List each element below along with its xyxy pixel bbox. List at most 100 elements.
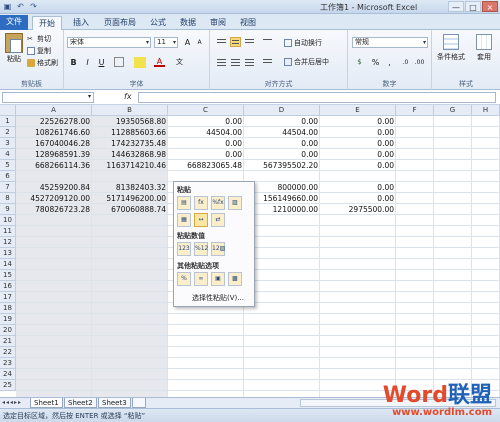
tab-review[interactable]: 审阅 xyxy=(204,16,232,30)
picture-icon[interactable]: ▣ xyxy=(211,272,225,286)
format-painter-button[interactable]: 格式刷 xyxy=(27,58,58,68)
table-cell[interactable]: 19350568.80 xyxy=(92,116,168,127)
no-border-icon[interactable]: ▦ xyxy=(177,213,191,227)
name-box[interactable] xyxy=(2,92,94,103)
table-cell[interactable]: 668823065.48 xyxy=(168,160,244,171)
table-cell[interactable]: 0.00 xyxy=(244,149,320,160)
sheet-tab-3[interactable]: Sheet3 xyxy=(98,398,131,408)
close-button[interactable]: × xyxy=(482,1,498,12)
row-header[interactable]: 14 xyxy=(0,259,16,270)
table-cell[interactable]: 780826723.28 xyxy=(16,204,92,215)
copy-button[interactable]: 复制 xyxy=(27,46,51,56)
new-sheet-icon[interactable] xyxy=(132,398,146,408)
number-format-select[interactable]: 常规 xyxy=(352,37,428,48)
table-cell[interactable]: 0.00 xyxy=(168,149,244,160)
table-cell[interactable]: 156149660.00 xyxy=(244,193,320,204)
percent-button[interactable]: % xyxy=(370,57,381,68)
font-color-button[interactable]: A xyxy=(154,56,165,67)
column-header[interactable]: C xyxy=(168,105,244,116)
sheet-nav-arrows[interactable]: ◂◂◂▸▸ xyxy=(2,399,22,406)
table-cell[interactable]: 44504.00 xyxy=(244,127,320,138)
column-header[interactable]: E xyxy=(320,105,396,116)
select-all-corner[interactable] xyxy=(0,105,16,116)
values-icon[interactable]: 123 xyxy=(177,242,191,256)
table-cell[interactable]: 0.00 xyxy=(320,182,396,193)
table-cell[interactable]: 670060888.74 xyxy=(92,204,168,215)
table-cell[interactable]: 0.00 xyxy=(168,116,244,127)
formatting-icon[interactable]: % xyxy=(177,272,191,286)
table-cell[interactable] xyxy=(244,171,320,182)
row-header[interactable]: 12 xyxy=(0,237,16,248)
table-cell[interactable]: 44504.00 xyxy=(168,127,244,138)
column-header[interactable]: H xyxy=(472,105,500,116)
linked-picture-icon[interactable]: ▩ xyxy=(228,272,242,286)
increase-decimal-icon[interactable]: .0 xyxy=(400,57,411,68)
table-cell[interactable]: 2975500.00 xyxy=(320,204,396,215)
table-cell[interactable]: 1163714210.46 xyxy=(92,160,168,171)
wrap-text-button[interactable]: 自动换行 xyxy=(284,38,322,48)
column-header[interactable]: F xyxy=(396,105,434,116)
table-cell[interactable] xyxy=(16,171,92,182)
indent-icon[interactable] xyxy=(262,57,273,67)
format-as-table-button[interactable]: 套用 xyxy=(470,34,498,62)
maximize-button[interactable]: □ xyxy=(465,1,481,12)
comma-button[interactable]: , xyxy=(384,57,395,68)
formula-format-icon[interactable]: %fx xyxy=(211,196,225,210)
font-size-select[interactable]: 11 xyxy=(154,37,178,48)
table-cell[interactable]: 0.00 xyxy=(244,138,320,149)
align-top-icon[interactable] xyxy=(216,37,227,47)
sheet-tab-1[interactable]: Sheet1 xyxy=(30,398,63,408)
align-bottom-icon[interactable] xyxy=(244,37,255,47)
shrink-font-button[interactable]: A xyxy=(194,37,205,48)
tab-page-layout[interactable]: 页面布局 xyxy=(100,16,140,30)
row-header[interactable]: 7 xyxy=(0,182,16,193)
row-header[interactable]: 25 xyxy=(0,380,16,391)
tab-insert[interactable]: 插入 xyxy=(66,16,96,30)
align-left-icon[interactable] xyxy=(216,57,227,67)
column-width-icon[interactable]: ↔ xyxy=(194,213,208,227)
tab-file[interactable]: 文件 xyxy=(0,15,28,30)
column-header[interactable]: D xyxy=(244,105,320,116)
row-header[interactable]: 3 xyxy=(0,138,16,149)
table-cell[interactable]: 112885603.66 xyxy=(92,127,168,138)
row-header[interactable]: 19 xyxy=(0,314,16,325)
undo-icon[interactable]: ↶ xyxy=(15,1,26,12)
column-header[interactable]: G xyxy=(434,105,472,116)
grow-font-button[interactable]: A xyxy=(182,37,193,48)
table-cell[interactable]: 108261746.60 xyxy=(16,127,92,138)
table-cell[interactable]: 0.00 xyxy=(320,149,396,160)
tab-formulas[interactable]: 公式 xyxy=(144,16,172,30)
row-header[interactable]: 9 xyxy=(0,204,16,215)
table-cell[interactable]: 174232735.48 xyxy=(92,138,168,149)
paste-button[interactable]: 粘贴 xyxy=(3,33,25,63)
row-header[interactable]: 20 xyxy=(0,325,16,336)
paste-icon[interactable]: ▤ xyxy=(177,196,191,210)
formula-input[interactable] xyxy=(138,92,496,103)
table-cell[interactable]: 144632868.98 xyxy=(92,149,168,160)
table-cell[interactable]: 0.00 xyxy=(320,193,396,204)
row-header[interactable]: 10 xyxy=(0,215,16,226)
cut-button[interactable]: ✂ 剪切 xyxy=(27,34,51,44)
merge-center-button[interactable]: 合并后居中 xyxy=(284,57,329,67)
align-center-icon[interactable] xyxy=(230,57,241,67)
underline-button[interactable]: U xyxy=(96,57,107,68)
table-cell[interactable]: 0.00 xyxy=(320,138,396,149)
table-cell[interactable]: 167040046.28 xyxy=(16,138,92,149)
table-cell[interactable]: 0.00 xyxy=(320,160,396,171)
row-header[interactable]: 1 xyxy=(0,116,16,127)
fill-color-icon[interactable] xyxy=(134,57,146,68)
transpose-icon[interactable]: ⇄ xyxy=(211,213,225,227)
table-cell[interactable] xyxy=(92,171,168,182)
table-cell[interactable]: 0.00 xyxy=(244,116,320,127)
link-icon[interactable]: ∞ xyxy=(194,272,208,286)
currency-icon[interactable]: $ xyxy=(354,57,365,68)
row-header[interactable]: 11 xyxy=(0,226,16,237)
table-cell[interactable]: 668266114.36 xyxy=(16,160,92,171)
row-header[interactable]: 18 xyxy=(0,303,16,314)
table-cell[interactable]: 45259200.84 xyxy=(16,182,92,193)
row-header[interactable]: 4 xyxy=(0,149,16,160)
font-name-select[interactable]: 宋体 xyxy=(67,37,151,48)
sheet-tab-2[interactable]: Sheet2 xyxy=(64,398,97,408)
row-header[interactable]: 22 xyxy=(0,347,16,358)
row-header[interactable]: 5 xyxy=(0,160,16,171)
